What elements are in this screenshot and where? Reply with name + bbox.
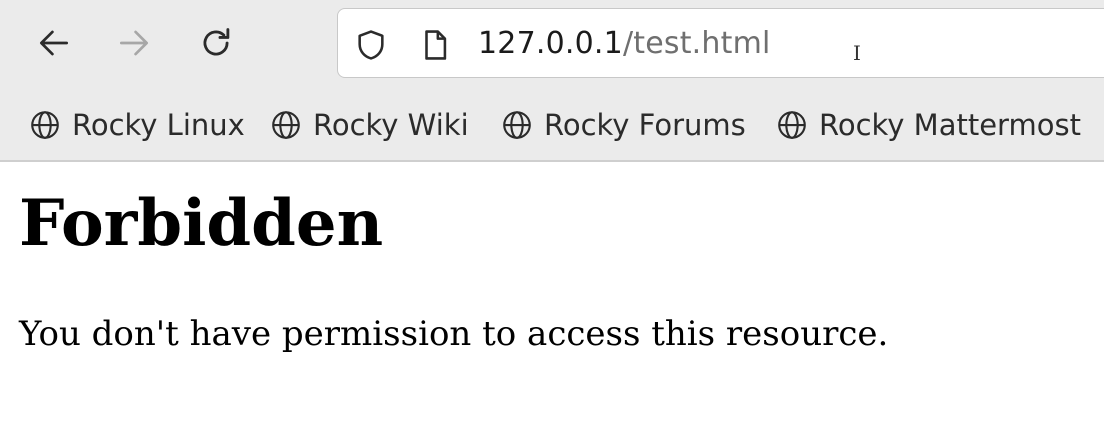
- bookmark-rocky-mattermost[interactable]: Rocky Mattermost: [775, 103, 1081, 147]
- bookmark-label: Rocky Forums: [544, 108, 746, 142]
- page-content: Forbidden You don't have permission to a…: [0, 164, 1104, 428]
- globe-icon: [272, 111, 300, 139]
- url-bar[interactable]: 127.0.0.1/test.html I: [337, 8, 1104, 78]
- browser-chrome: 127.0.0.1/test.html I Rocky Linux Rocky …: [0, 0, 1104, 162]
- reload-button[interactable]: [191, 18, 241, 68]
- page-icon[interactable]: [418, 28, 452, 62]
- back-button[interactable]: [29, 18, 79, 68]
- url-host: 127.0.0.1: [478, 26, 623, 61]
- globe-icon: [778, 111, 806, 139]
- bookmark-label: Rocky Mattermost: [819, 108, 1081, 142]
- page-heading: Forbidden: [19, 186, 384, 261]
- bookmark-rocky-forums[interactable]: Rocky Forums: [500, 103, 746, 147]
- globe-icon: [503, 111, 531, 139]
- text-cursor-icon: I: [853, 41, 861, 65]
- bookmark-label: Rocky Linux: [72, 108, 245, 142]
- bookmarks-toolbar: Rocky Linux Rocky Wiki Rocky Forums Rock…: [0, 100, 1104, 150]
- shield-icon[interactable]: [354, 28, 388, 62]
- forward-button[interactable]: [109, 18, 159, 68]
- bookmark-label: Rocky Wiki: [313, 108, 469, 142]
- bookmark-rocky-linux[interactable]: Rocky Linux: [28, 103, 245, 147]
- bookmark-rocky-wiki[interactable]: Rocky Wiki: [269, 103, 469, 147]
- url-path: /test.html: [622, 26, 771, 61]
- reload-icon: [203, 28, 230, 56]
- error-message: You don't have permission to access this…: [19, 314, 889, 354]
- arrow-left-icon: [39, 30, 69, 56]
- url-text[interactable]: 127.0.0.1/test.html: [478, 24, 771, 64]
- globe-icon: [31, 111, 59, 139]
- arrow-right-icon: [119, 30, 149, 56]
